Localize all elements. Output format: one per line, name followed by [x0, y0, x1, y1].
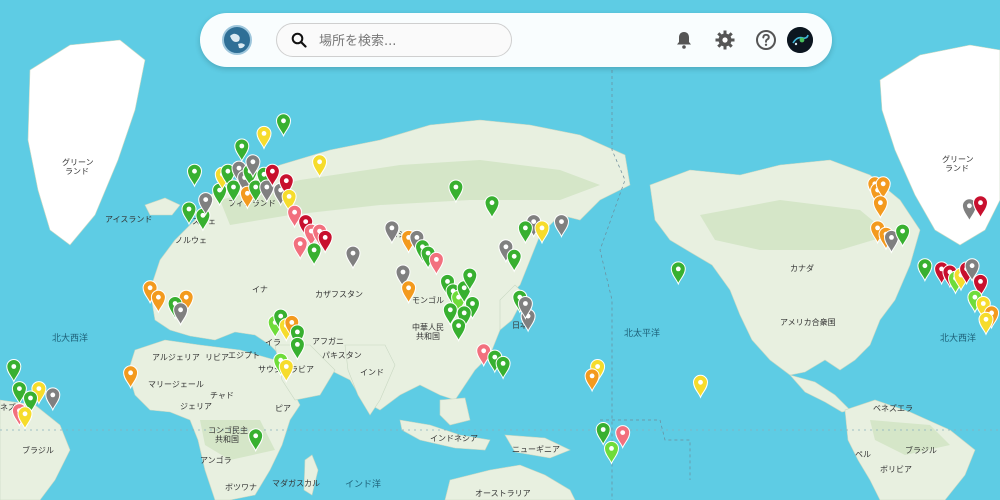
label-afghanistan: アフガニ [312, 336, 344, 346]
label-madagascar: マダガスカル [272, 478, 320, 488]
top-search-bar [200, 13, 832, 67]
label-angola: アンゴラ [200, 455, 232, 465]
label-indian-ocean: インド洋 [345, 478, 381, 490]
label-algeria: アルジェリア [152, 353, 200, 362]
app-logo[interactable] [222, 25, 252, 55]
label-china-1: 中華人民 [412, 322, 444, 332]
label-greenland-w-1: グリーン [62, 157, 94, 167]
label-chad: チャド [210, 391, 234, 400]
label-mali: マリージェール [148, 380, 204, 389]
label-canada: カナダ [790, 263, 814, 273]
gear-icon[interactable] [713, 28, 737, 52]
label-china-2: 共和国 [416, 332, 440, 341]
label-nigeria: ジェリア [180, 402, 212, 411]
label-congo-2: 共和国 [215, 435, 239, 444]
label-pacific: 北太平洋 [624, 327, 660, 339]
bell-icon[interactable] [672, 28, 696, 52]
label-libya: リビア [205, 353, 229, 362]
globe-logo-icon [225, 28, 249, 52]
label-brazil-w: ブラジル [22, 445, 54, 455]
label-iran: イラ [265, 338, 281, 347]
search-icon [291, 32, 307, 48]
help-icon[interactable] [754, 28, 778, 52]
world-map[interactable]: グリーン ランド アイスランド フィンランド スウェ ノルウェ イナ ロシア カ… [0, 0, 1000, 500]
label-iceland: アイスランド [105, 215, 152, 224]
label-indonesia: インドネシア [430, 434, 478, 443]
label-venezuela-e: ベネズエラ [873, 403, 913, 413]
label-ukraine: イナ [252, 285, 268, 294]
label-egypt: エジプト [228, 351, 260, 360]
label-peru: ペル [855, 450, 871, 459]
label-congo-1: コンゴ民主 [208, 425, 248, 435]
label-india: インド [360, 368, 384, 377]
label-ethiopia: ピア [275, 404, 291, 413]
search-input[interactable] [317, 29, 501, 53]
label-bolivia: ボリビア [880, 465, 912, 474]
label-mongolia: モンゴル [412, 295, 444, 305]
label-atlantic-e: 北大西洋 [940, 332, 976, 344]
label-greenland-w-2: ランド [65, 167, 89, 176]
label-usa: アメリカ合衆国 [780, 317, 836, 327]
label-greenland-e-1: グリーン [942, 154, 974, 164]
label-australia: オーストラリア [475, 489, 531, 498]
label-botswana: ボツワナ [225, 483, 257, 492]
user-avatar-icon [787, 27, 813, 53]
search-box[interactable] [276, 23, 512, 57]
label-brazil-e: ブラジル [905, 445, 937, 455]
label-pakistan: パキスタン [322, 351, 362, 360]
label-greenland-e-2: ランド [945, 164, 969, 173]
avatar[interactable] [787, 27, 813, 53]
label-atlantic-w: 北大西洋 [52, 332, 88, 344]
label-kazakhstan: カザフスタン [315, 290, 363, 299]
label-norway: ノルウェ [175, 236, 207, 245]
label-png: ニューギニア [512, 445, 560, 454]
